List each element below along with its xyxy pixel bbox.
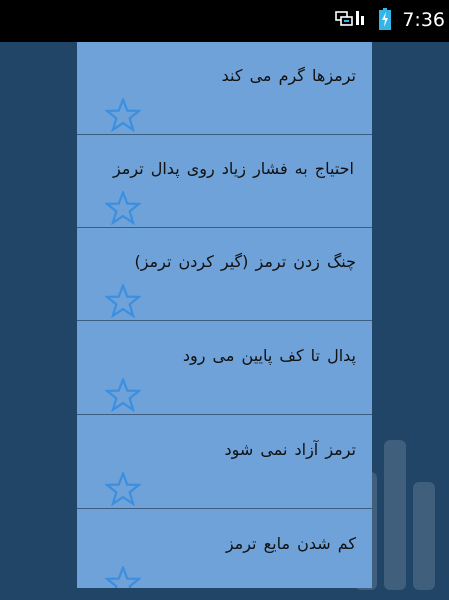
item-title: کم شدن مایع ترمز — [225, 534, 356, 553]
battery-charging-icon — [379, 8, 391, 34]
item-title: پدال تا کف پایین می رود — [182, 346, 356, 365]
network-icon — [335, 9, 353, 31]
item-title: ترمز آزاد نمی شود — [224, 440, 356, 459]
list-item[interactable]: کم شدن مایع ترمز — [77, 510, 372, 588]
item-title: ترمزها گرم می کند — [221, 66, 356, 85]
star-outline-icon[interactable] — [105, 98, 141, 132]
list-item[interactable]: ترمز آزاد نمی شود — [77, 416, 372, 509]
clock: 7:36 — [402, 9, 445, 31]
list-item[interactable]: ترمزها گرم می کند — [77, 42, 372, 135]
item-title: چنگ زدن ترمز (گیر کردن ترمز) — [134, 252, 356, 271]
list-item[interactable]: چنگ زدن ترمز (گیر کردن ترمز) — [77, 228, 372, 321]
star-outline-icon[interactable] — [105, 472, 141, 506]
star-outline-icon[interactable] — [105, 378, 141, 412]
signal-icon — [355, 10, 367, 30]
star-outline-icon[interactable] — [105, 566, 141, 588]
list-item[interactable]: پدال تا کف پایین می رود — [77, 322, 372, 415]
item-title: احتیاج به فشار زیاد روی پدال ترمز — [112, 159, 354, 178]
star-outline-icon[interactable] — [105, 284, 141, 318]
status-bar: 7:36 — [0, 0, 449, 42]
topic-list: ترمزها گرم می کند احتیاج به فشار زیاد رو… — [77, 42, 372, 588]
star-outline-icon[interactable] — [105, 191, 141, 225]
list-item[interactable]: احتیاج به فشار زیاد روی پدال ترمز — [77, 135, 372, 228]
